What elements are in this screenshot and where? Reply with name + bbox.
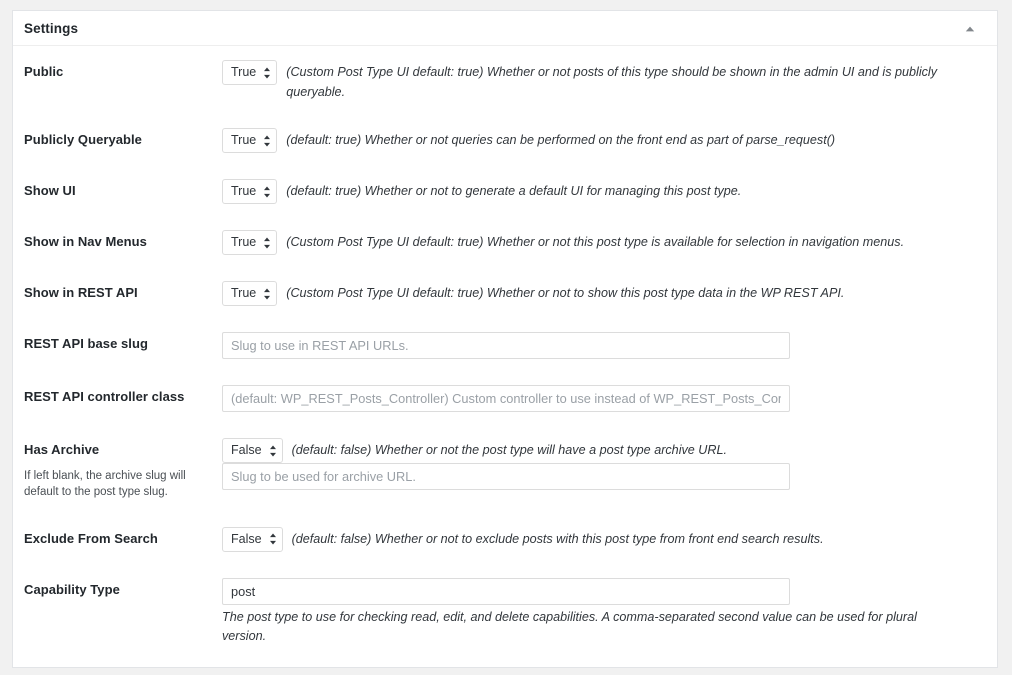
select-publicly-queryable[interactable]: True — [222, 128, 278, 154]
field-row-has-archive: Has Archive If left blank, the archive s… — [13, 438, 997, 501]
updown-chevrons-icon — [269, 533, 277, 546]
control-col-show-in-nav-menus: True (Custom Post Type UI default: true)… — [222, 230, 979, 256]
field-sublabel-has-archive: If left blank, the archive slug will def… — [24, 469, 186, 499]
settings-panel-header[interactable]: Settings — [13, 11, 997, 46]
label-col-rest-api-controller-class: REST API controller class — [24, 385, 222, 406]
label-col-rest-api-base-slug: REST API base slug — [24, 332, 222, 353]
control-col-show-in-rest-api: True (Custom Post Type UI default: true)… — [222, 281, 979, 307]
field-description-show-ui: (default: true) Whether or not to genera… — [286, 184, 742, 199]
field-description-capability-type: The post type to use for checking read, … — [222, 609, 917, 644]
select-show-in-rest-api[interactable]: True — [222, 281, 278, 307]
control-col-exclude-from-search: False (default: false) Whether or not to… — [222, 526, 979, 552]
select-exclude-from-search[interactable]: False — [222, 526, 283, 552]
field-description-exclude-from-search: (default: false) Whether or not to exclu… — [291, 531, 824, 546]
select-exclude-from-search-value: False — [231, 532, 262, 547]
control-col-has-archive: False (default: false) Whether or not th… — [222, 438, 979, 491]
field-description-public: (Custom Post Type UI default: true) Whet… — [286, 65, 938, 99]
select-show-ui-value: True — [231, 184, 257, 199]
select-show-ui[interactable]: True — [222, 179, 278, 205]
rest-api-base-slug-input[interactable] — [222, 332, 790, 360]
field-row-show-in-rest-api: Show in REST API True (Custom Post Type … — [13, 281, 997, 307]
field-description-show-in-rest-api: (Custom Post Type UI default: true) Whet… — [286, 286, 845, 301]
label-col-exclude-from-search: Exclude From Search — [24, 527, 222, 548]
control-col-public: True (Custom Post Type UI default: true)… — [222, 60, 979, 102]
field-label-show-ui: Show UI — [24, 183, 76, 199]
control-col-capability-type: The post type to use for checking read, … — [222, 577, 979, 647]
field-label-rest-api-controller-class: REST API controller class — [24, 389, 185, 405]
label-col-show-ui: Show UI — [24, 179, 222, 200]
panel-title: Settings — [24, 21, 79, 36]
updown-chevrons-icon — [263, 287, 271, 300]
field-row-rest-api-base-slug: REST API base slug — [13, 332, 997, 360]
field-label-public: Public — [24, 64, 64, 79]
label-col-public: Public — [24, 60, 222, 81]
field-row-show-ui: Show UI True (default: true) Whether or … — [13, 179, 997, 205]
field-label-show-in-rest-api: Show in REST API — [24, 285, 138, 301]
field-description-has-archive: (default: false) Whether or not the post… — [291, 443, 727, 458]
control-col-publicly-queryable: True (default: true) Whether or not quer… — [222, 128, 979, 154]
select-show-in-nav-menus-value: True — [231, 235, 257, 250]
field-description-publicly-queryable: (default: true) Whether or not queries c… — [286, 133, 836, 148]
select-public-value: True — [231, 65, 257, 80]
field-label-has-archive: Has Archive — [24, 442, 100, 458]
select-has-archive[interactable]: False — [222, 438, 283, 464]
field-row-capability-type: Capability Type The post type to use for… — [13, 577, 997, 647]
field-label-exclude-from-search: Exclude From Search — [24, 530, 158, 546]
field-label-rest-api-base-slug: REST API base slug — [24, 336, 148, 352]
updown-chevrons-icon — [263, 134, 271, 147]
label-col-show-in-rest-api: Show in REST API — [24, 281, 222, 302]
settings-panel: Settings Public True (Custom Post Type U… — [12, 10, 998, 668]
control-col-rest-api-base-slug — [222, 332, 979, 360]
updown-chevrons-icon — [263, 185, 271, 198]
label-col-has-archive: Has Archive If left blank, the archive s… — [24, 438, 222, 501]
field-label-show-in-nav-menus: Show in Nav Menus — [24, 234, 147, 250]
field-label-publicly-queryable: Publicly Queryable — [24, 132, 142, 148]
select-show-in-rest-api-value: True — [231, 286, 257, 301]
field-row-public: Public True (Custom Post Type UI default… — [13, 60, 997, 102]
label-col-publicly-queryable: Publicly Queryable — [24, 128, 222, 149]
field-description-show-in-nav-menus: (Custom Post Type UI default: true) Whet… — [286, 235, 905, 250]
rest-api-controller-class-input[interactable] — [222, 385, 790, 413]
has-archive-slug-input[interactable] — [222, 463, 790, 491]
updown-chevrons-icon — [269, 444, 277, 457]
capability-type-input[interactable] — [222, 577, 790, 605]
label-col-show-in-nav-menus: Show in Nav Menus — [24, 230, 222, 251]
label-col-capability-type: Capability Type — [24, 578, 222, 599]
select-has-archive-value: False — [231, 443, 262, 458]
select-public[interactable]: True — [222, 60, 278, 85]
updown-chevrons-icon — [263, 236, 271, 249]
select-show-in-nav-menus[interactable]: True — [222, 230, 278, 256]
settings-panel-body: Public True (Custom Post Type UI default… — [13, 46, 997, 663]
field-row-show-in-nav-menus: Show in Nav Menus True (Custom Post Type… — [13, 230, 997, 256]
control-col-show-ui: True (default: true) Whether or not to g… — [222, 179, 979, 205]
control-col-rest-api-controller-class — [222, 385, 979, 413]
updown-chevrons-icon — [263, 66, 271, 79]
field-row-publicly-queryable: Publicly Queryable True (default: true) … — [13, 128, 997, 154]
field-row-rest-api-controller-class: REST API controller class — [13, 385, 997, 413]
chevron-up-icon[interactable] — [963, 22, 977, 36]
field-row-exclude-from-search: Exclude From Search False (default: fals… — [13, 526, 997, 552]
field-label-capability-type: Capability Type — [24, 581, 120, 597]
select-publicly-queryable-value: True — [231, 133, 257, 148]
